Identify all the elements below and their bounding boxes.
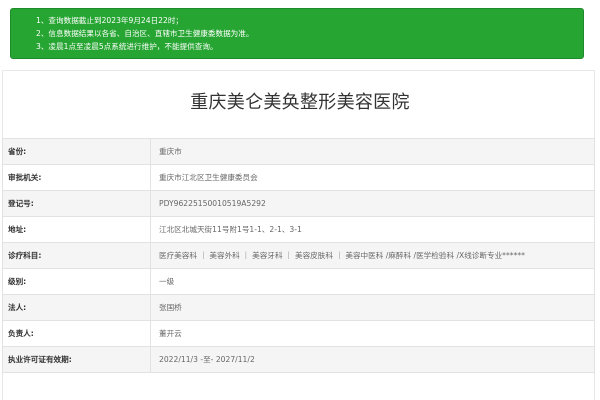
row-value: 张国桥 [150, 294, 595, 321]
table-row-province: 省份: 重庆市 [2, 138, 595, 165]
notice-line-1: 1、查询数据截止到2023年9月24日22时； [36, 16, 184, 25]
notice-line-3: 3、凌晨1点至凌晨5点系统进行维护，不能提供查询。 [36, 42, 218, 51]
row-label: 级别: [2, 268, 151, 295]
row-label: 省份: [2, 138, 151, 165]
table-row-person-in-charge: 负责人: 董开云 [2, 320, 595, 347]
table-row-approval-authority: 审批机关: 重庆市江北区卫生健康委员会 [2, 164, 595, 191]
table-row-departments: 诊疗科目: 医疗美容科 ｜ 美容外科 ｜ 美容牙科 ｜ 美容皮肤科 ｜ 美容中医… [2, 242, 595, 269]
notice-line-2: 2、信息数据结果以各省、自治区、直辖市卫生健康委数据为准。 [36, 29, 254, 38]
table-row-address: 地址: 江北区北城天街11号附1号1-1、2-1、3-1 [2, 216, 595, 243]
row-value: PDY96225150010519A5292 [150, 190, 595, 217]
row-value: 重庆市 [150, 138, 595, 165]
row-value: 医疗美容科 ｜ 美容外科 ｜ 美容牙科 ｜ 美容皮肤科 ｜ 美容中医科 /麻醉科… [150, 242, 595, 269]
row-value: 董开云 [150, 320, 595, 347]
table-row-level: 级别: 一级 [2, 268, 595, 295]
row-value: 一级 [150, 268, 595, 295]
row-label: 负责人: [2, 320, 151, 347]
row-label: 审批机关: [2, 164, 151, 191]
row-label: 诊疗科目: [2, 242, 151, 269]
hospital-name-title: 重庆美仑美奂整形美容医院 [190, 92, 410, 113]
table-row-registration-number: 登记号: PDY96225150010519A5292 [2, 190, 595, 217]
row-label: 执业许可证有效期: [2, 346, 151, 373]
row-label: 地址: [2, 216, 151, 243]
row-label: 法人: [2, 294, 151, 321]
table-row-legal-person: 法人: 张国桥 [2, 294, 595, 321]
notice-banner: 1、查询数据截止到2023年9月24日22时； 2、信息数据结果以各省、自治区、… [10, 8, 584, 59]
table-row-license-validity: 执业许可证有效期: 2022/11/3 -至- 2027/11/2 [2, 346, 595, 373]
row-value: 江北区北城天街11号附1号1-1、2-1、3-1 [150, 216, 595, 243]
row-value: 2022/11/3 -至- 2027/11/2 [150, 346, 595, 373]
row-label: 登记号: [2, 190, 151, 217]
hospital-info-table: 省份: 重庆市 审批机关: 重庆市江北区卫生健康委员会 登记号: PDY9622… [2, 138, 595, 373]
row-value: 重庆市江北区卫生健康委员会 [150, 164, 595, 191]
